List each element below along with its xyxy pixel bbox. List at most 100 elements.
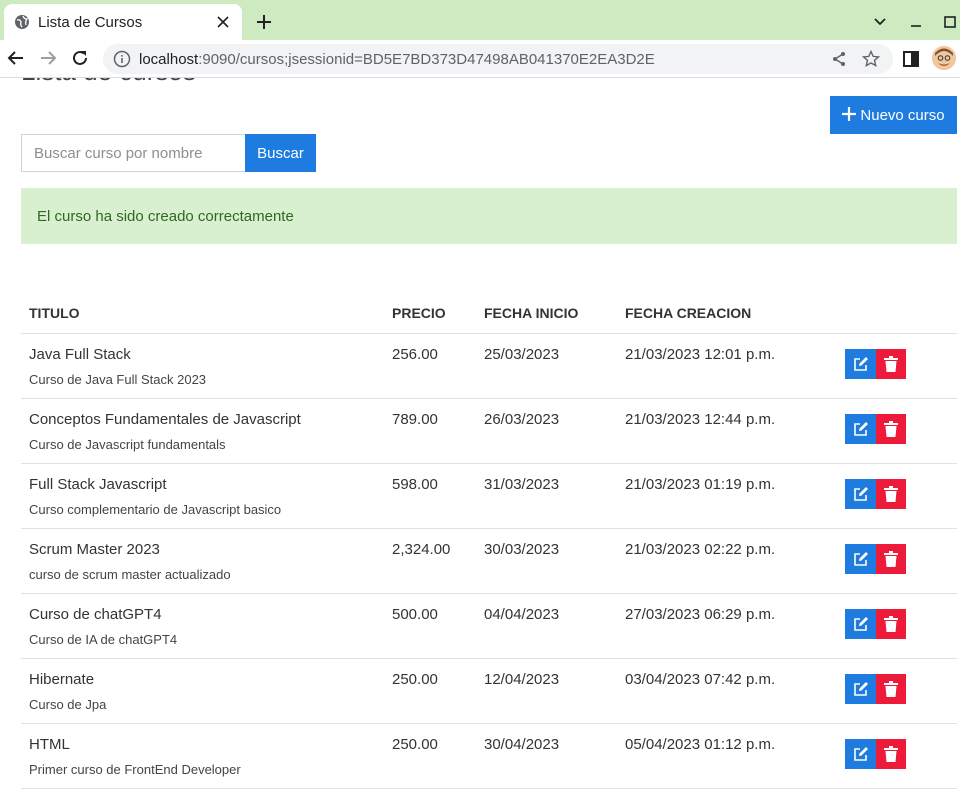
url-text: localhost:9090/cursos;jsessionid=BD5E7BD… [139,51,655,68]
chevron-down-icon[interactable] [868,10,892,34]
info-icon[interactable] [113,50,131,68]
course-title: HTML [29,735,70,753]
success-alert: El curso ha sido creado correctamente [21,188,957,244]
page-title: Lista de cursos [21,78,196,87]
edit-button[interactable] [845,348,876,379]
row-actions [837,658,957,724]
edit-icon [853,356,868,371]
course-title: Curso de chatGPT4 [29,605,162,623]
forward-arrow-icon[interactable] [36,46,60,70]
course-title: Conceptos Fundamentales de Javascript [29,410,301,428]
delete-button[interactable] [876,738,906,769]
trash-icon [884,355,898,372]
new-course-button[interactable]: Nuevo curso [830,96,957,134]
course-start-date: 30/03/2023 [476,528,617,594]
courses-table: TITULO PRECIO FECHA INICIO FECHA CREACIO… [21,293,957,789]
course-price: 250.00 [384,723,476,789]
side-panel-icon[interactable] [900,48,922,70]
minimize-icon[interactable] [904,10,928,34]
edit-icon [853,421,868,436]
table-row: Scrum Master 2023 curso de scrum master a… [21,528,957,594]
row-actions [837,528,957,594]
delete-button[interactable] [876,413,906,444]
delete-button[interactable] [876,478,906,509]
edit-button[interactable] [845,543,876,574]
edit-icon [853,486,868,501]
course-start-date: 31/03/2023 [476,463,617,529]
profile-avatar[interactable] [932,46,956,70]
course-price: 250.00 [384,658,476,724]
new-course-label: Nuevo curso [860,106,945,124]
course-created-date: 21/03/2023 12:01 p.m. [617,333,837,399]
table-row: Hibernate Curso de Jpa 250.00 12/04/2023 … [21,658,957,724]
edit-icon [853,551,868,566]
course-price: 598.00 [384,463,476,529]
course-start-date: 26/03/2023 [476,398,617,464]
row-actions [837,723,957,789]
url-path: :9090/cursos;jsessionid=BD5E7BD373D47498… [198,50,655,68]
course-start-date: 30/04/2023 [476,723,617,789]
course-created-date: 05/04/2023 01:12 p.m. [617,723,837,789]
trash-icon [884,485,898,502]
plus-icon [842,105,857,125]
tab-title: Lista de Cursos [38,13,143,31]
course-title: Hibernate [29,670,95,688]
browser-toolbar: localhost:9090/cursos;jsessionid=BD5E7BD… [0,40,960,78]
trash-icon [884,745,898,762]
row-actions [837,398,957,464]
course-price: 500.00 [384,593,476,659]
trash-icon [884,615,898,632]
header-actions [837,293,957,334]
course-title: Full Stack Javascript [29,475,167,493]
course-description: Curso de Java Full Stack 2023 [29,371,207,387]
page-content: Lista de cursos Nuevo curso Buscar El cu… [0,78,960,798]
edit-button[interactable] [845,413,876,444]
search-button[interactable]: Buscar [245,134,316,172]
edit-button[interactable] [845,738,876,769]
reload-icon[interactable] [68,46,92,70]
trash-icon [884,680,898,697]
header-fecha-creacion: FECHA CREACION [617,293,837,334]
globe-icon [14,14,30,30]
trash-icon [884,550,898,567]
delete-button[interactable] [876,543,906,574]
row-actions [837,593,957,659]
table-row: Full Stack Javascript Curso complementari… [21,463,957,529]
delete-button[interactable] [876,673,906,704]
course-created-date: 27/03/2023 06:29 p.m. [617,593,837,659]
table-row: Curso de chatGPT4 Curso de IA de chatGPT4… [21,593,957,659]
header-fecha-inicio: FECHA INICIO [476,293,617,334]
address-bar[interactable]: localhost:9090/cursos;jsessionid=BD5E7BD… [103,44,893,74]
delete-button[interactable] [876,608,906,639]
course-start-date: 25/03/2023 [476,333,617,399]
edit-icon [853,681,868,696]
browser-tab[interactable]: Lista de Cursos [4,4,242,40]
course-start-date: 12/04/2023 [476,658,617,724]
course-price: 789.00 [384,398,476,464]
edit-icon [853,746,868,761]
course-created-date: 21/03/2023 12:44 p.m. [617,398,837,464]
course-description: curso de scrum master actualizado [29,566,231,582]
back-arrow-icon[interactable] [4,46,28,70]
course-description: Curso de IA de chatGPT4 [29,631,178,647]
course-price: 256.00 [384,333,476,399]
share-icon[interactable] [829,49,849,69]
table-header-row: TITULO PRECIO FECHA INICIO FECHA CREACIO… [21,293,957,334]
edit-button[interactable] [845,478,876,509]
course-description: Curso complementario de Javascript basic… [29,501,282,517]
trash-icon [884,420,898,437]
close-icon[interactable] [214,13,232,31]
course-description: Curso de Javascript fundamentals [29,436,226,452]
star-icon[interactable] [861,49,881,69]
course-description: Primer curso de FrontEnd Developer [29,761,241,777]
delete-button[interactable] [876,348,906,379]
course-title: Java Full Stack [29,345,131,363]
new-tab-button[interactable] [252,10,276,34]
edit-button[interactable] [845,673,876,704]
table-row: HTML Primer curso de FrontEnd Developer 2… [21,723,957,789]
search-input[interactable] [21,134,246,172]
edit-button[interactable] [845,608,876,639]
url-host: localhost [139,50,199,68]
course-price: 2,324.00 [384,528,476,594]
maximize-icon[interactable] [938,10,960,34]
